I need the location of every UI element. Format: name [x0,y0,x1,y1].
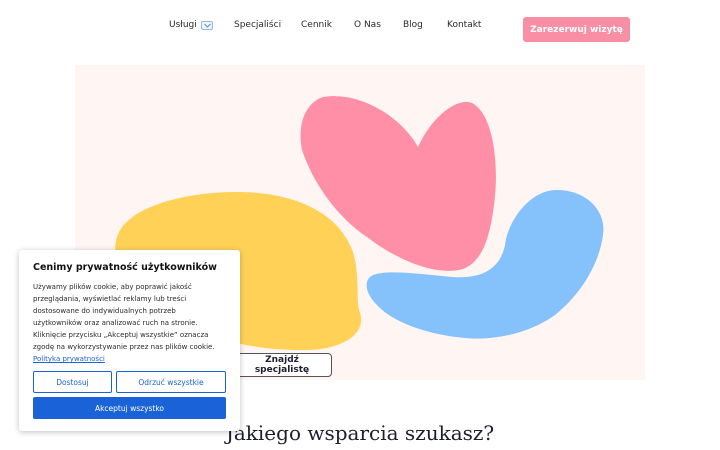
nav-item-label: Usługi [169,20,197,30]
chevron-down-icon[interactable] [200,20,213,30]
reject-all-button[interactable]: Odrzuć wszystkie [116,371,226,393]
cookie-title: Cenimy prywatność użytkowników [33,262,217,273]
cookie-secondary-actions: Dostosuj Odrzuć wszystkie [33,371,226,393]
nav-item-cennik[interactable]: Cennik [301,20,332,30]
find-specialist-button[interactable]: Znajdź specjalistę [228,353,332,377]
accept-all-button[interactable]: Akceptuj wszystko [33,397,226,419]
top-navigation: Usługi Specjaliści Cennik O Nas Blog Kon… [0,0,720,60]
cookie-consent-dialog: Cenimy prywatność użytkowników Używamy p… [19,250,240,431]
nav-item-o-nas[interactable]: O Nas [354,20,381,30]
cookie-body-text: Używamy plików cookie, aby poprawić jako… [33,283,215,351]
nav-item-kontakt[interactable]: Kontakt [447,20,481,30]
nav-item-uslugi[interactable]: Usługi [169,20,213,30]
cookie-description: Używamy plików cookie, aby poprawić jako… [33,281,226,365]
nav-item-specjalisci[interactable]: Specjaliści [234,20,281,30]
nav-item-blog[interactable]: Blog [403,20,423,30]
customize-button[interactable]: Dostosuj [33,371,112,393]
privacy-policy-link[interactable]: Polityka prywatności [33,355,105,363]
book-appointment-button[interactable]: Zarezerwuj wizytę [523,17,630,42]
